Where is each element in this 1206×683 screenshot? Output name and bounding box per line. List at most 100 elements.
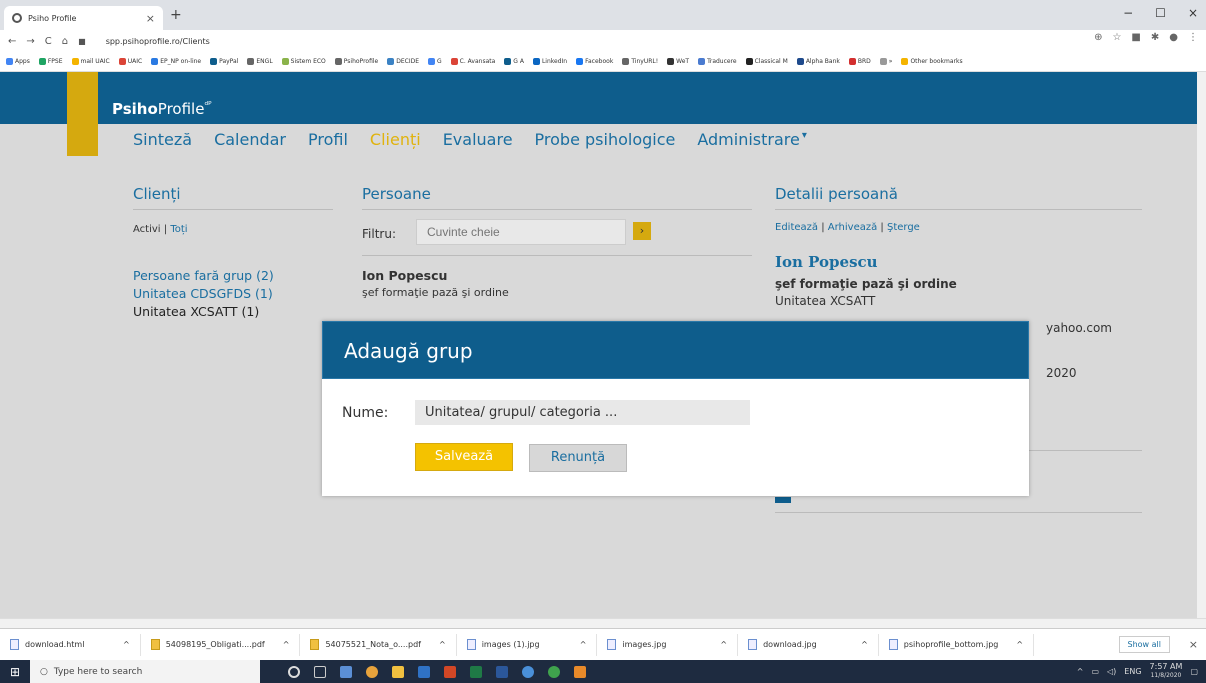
back-icon[interactable]: ← — [8, 36, 16, 47]
home-icon[interactable]: ⌂ — [62, 36, 68, 47]
notifications-icon[interactable]: ▢ — [1190, 667, 1198, 676]
taskbar-search[interactable]: ○ Type here to search — [30, 660, 260, 683]
language-indicator[interactable]: ENG — [1124, 667, 1141, 676]
filter-active-link[interactable]: Activi — [133, 224, 161, 235]
group-name-input[interactable] — [415, 400, 750, 425]
horizontal-scrollbar[interactable] — [0, 618, 1206, 628]
nav-item[interactable]: Evaluare — [443, 130, 513, 149]
menu-icon[interactable]: ⋮ — [1188, 32, 1198, 43]
download-item[interactable]: images (1).jpg ^ — [457, 633, 598, 656]
filter-input[interactable] — [416, 219, 626, 245]
chrome-alt-icon[interactable] — [548, 665, 560, 678]
edit-link[interactable]: Editează — [775, 222, 818, 233]
chrome-icon[interactable] — [366, 665, 378, 678]
save-button[interactable]: Salvează — [415, 443, 513, 471]
filter-button[interactable]: › — [633, 222, 651, 240]
download-item[interactable]: 54098195_Obligati....pdf ^ — [141, 633, 301, 656]
bookmark-item[interactable]: mail UAIC — [71, 58, 110, 65]
bookmark-item[interactable]: WeT — [667, 58, 689, 65]
star-icon[interactable]: ☆ — [1112, 32, 1121, 43]
bookmark-item[interactable]: Sistem ECO — [281, 58, 326, 65]
bookmark-item[interactable]: EP_NP on-line — [151, 58, 201, 65]
word-icon[interactable] — [496, 665, 508, 678]
vertical-scrollbar[interactable] — [1197, 72, 1206, 618]
powerpoint-icon[interactable] — [444, 665, 456, 678]
nav-item[interactable]: Administrare — [697, 130, 800, 149]
extension-icon[interactable]: ■ — [1131, 32, 1140, 43]
puzzle-icon[interactable]: ✱ — [1151, 32, 1159, 43]
bookmark-item[interactable]: Facebook — [576, 58, 613, 65]
chevron-up-icon[interactable]: ^ — [123, 640, 130, 649]
bookmark-item[interactable]: » — [879, 58, 892, 65]
chevron-up-icon[interactable]: ^ — [283, 640, 290, 649]
download-item[interactable]: download.jpg ^ — [738, 633, 879, 656]
profile-icon[interactable]: ● — [1169, 32, 1178, 43]
logo[interactable]: PsihoProfileᵈᴾ — [112, 100, 212, 118]
zoom-icon[interactable]: ⊕ — [1094, 32, 1102, 43]
nav-item[interactable]: Clienți — [370, 130, 421, 149]
chevron-up-icon[interactable]: ^ — [1016, 640, 1023, 649]
bookmark-item[interactable]: Traducere — [698, 58, 737, 65]
download-item[interactable]: images.jpg ^ — [597, 633, 739, 656]
bookmark-item[interactable]: PsihoProfile — [334, 58, 378, 65]
cancel-button[interactable]: Renunță — [529, 444, 627, 472]
clock[interactable]: 7:57 AM 11/8/2020 — [1150, 662, 1183, 680]
delete-link[interactable]: Şterge — [887, 222, 920, 233]
bookmark-item[interactable]: C. Avansata — [450, 58, 495, 65]
downloads-close-icon[interactable]: × — [1189, 638, 1198, 651]
forward-icon[interactable]: → — [26, 36, 34, 47]
chevron-up-icon[interactable]: ^ — [439, 640, 446, 649]
group-item[interactable]: Persoane fară grup (2) — [133, 267, 274, 285]
outlook-icon[interactable] — [418, 665, 430, 678]
archive-link[interactable]: Arhivează — [828, 222, 877, 233]
browser-tab[interactable]: Psiho Profile × — [4, 6, 163, 30]
show-all-button[interactable]: Show all — [1118, 636, 1170, 653]
tab-close-icon[interactable]: × — [146, 12, 155, 25]
close-window-button[interactable]: × — [1188, 6, 1198, 20]
explorer-icon[interactable] — [392, 665, 404, 678]
tray-chevron-icon[interactable]: ^ — [1077, 667, 1084, 676]
bookmark-item[interactable]: G — [428, 58, 442, 65]
app-icon[interactable] — [574, 665, 586, 678]
bookmark-item[interactable]: Other bookmarks — [901, 58, 963, 65]
task-view-icon[interactable] — [314, 665, 326, 678]
download-item[interactable]: psihoprofile_bottom.jpg ^ — [879, 633, 1035, 656]
windows-start-icon[interactable]: ⊞ — [0, 660, 30, 683]
nav-item[interactable]: Sinteză — [133, 130, 192, 149]
store-icon[interactable] — [340, 665, 352, 678]
excel-icon[interactable] — [470, 665, 482, 678]
chevron-up-icon[interactable]: ^ — [861, 640, 868, 649]
bookmark-item[interactable]: LinkedIn — [532, 58, 567, 65]
chevron-up-icon[interactable]: ^ — [720, 640, 727, 649]
reload-icon[interactable]: C — [45, 36, 52, 47]
new-tab-button[interactable]: + — [170, 7, 182, 23]
person-name[interactable]: Ion Popescu — [362, 268, 447, 283]
group-item[interactable]: Unitatea CDSGFDS (1) — [133, 285, 274, 303]
bookmark-item[interactable]: ENGL — [247, 58, 273, 65]
url-field[interactable]: spp.psihoprofile.ro/Clients — [106, 37, 210, 46]
volume-icon[interactable]: ◁) — [1107, 667, 1116, 676]
nav-item[interactable]: Calendar — [214, 130, 286, 149]
app-icon[interactable] — [522, 665, 534, 678]
bookmark-item[interactable]: DECIDE — [387, 58, 419, 65]
bookmark-item[interactable]: Classical M — [745, 58, 788, 65]
maximize-button[interactable]: ☐ — [1155, 6, 1166, 20]
bookmark-item[interactable]: Apps — [6, 58, 30, 65]
bookmark-item[interactable]: PayPal — [210, 58, 238, 65]
bookmark-item[interactable]: UAIC — [118, 58, 142, 65]
bookmark-item[interactable]: TinyURL! — [622, 58, 658, 65]
bookmark-item[interactable]: Alpha Bank — [796, 58, 840, 65]
filter-all-link[interactable]: Toți — [170, 224, 187, 235]
network-icon[interactable]: ▭ — [1091, 667, 1099, 676]
bookmark-item[interactable]: G A — [504, 58, 524, 65]
download-item[interactable]: download.html ^ — [0, 633, 141, 656]
minimize-button[interactable]: − — [1123, 6, 1133, 20]
download-item[interactable]: 54075521_Nota_o....pdf ^ — [300, 633, 457, 656]
bookmark-item[interactable]: FPSE — [38, 58, 63, 65]
nav-item[interactable]: Probe psihologice — [535, 130, 676, 149]
cortana-icon[interactable] — [288, 665, 300, 678]
bookmark-item[interactable]: BRD — [848, 58, 871, 65]
nav-item[interactable]: Profil — [308, 130, 348, 149]
group-item[interactable]: Unitatea XCSATT (1) — [133, 303, 274, 321]
chevron-up-icon[interactable]: ^ — [580, 640, 587, 649]
